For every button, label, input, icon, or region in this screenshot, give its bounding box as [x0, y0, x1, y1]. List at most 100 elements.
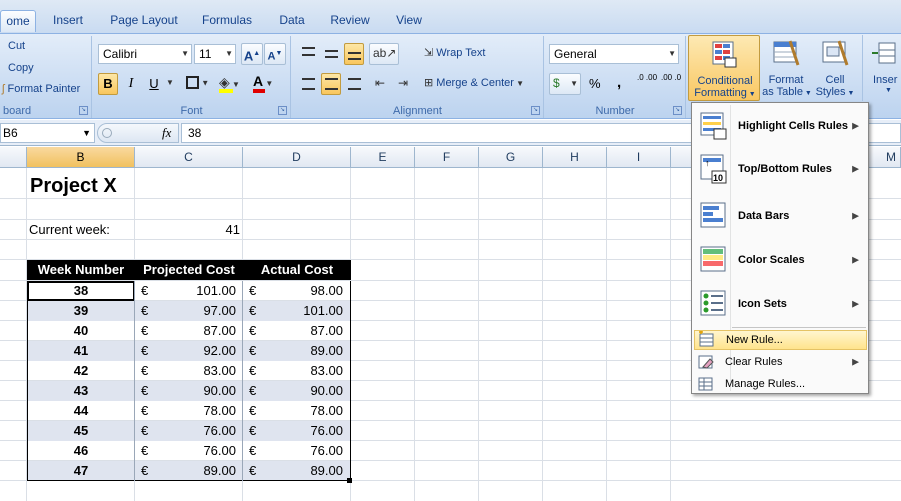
wrap-text-button[interactable]: ⇲ Wrap Text: [424, 46, 485, 59]
italic-button[interactable]: I: [121, 73, 141, 95]
cell-week[interactable]: 39: [27, 301, 135, 321]
header-actual-cost[interactable]: Actual Cost: [243, 260, 351, 280]
format-as-table-button[interactable]: Format as Table ▼: [762, 35, 812, 101]
column-header-b[interactable]: B: [27, 147, 135, 168]
header-week-number[interactable]: Week Number: [27, 260, 135, 280]
tab-view[interactable]: View: [390, 10, 428, 32]
cell-actual-cost[interactable]: 89.00: [243, 461, 343, 481]
cell-projected-cost[interactable]: 89.00: [135, 461, 236, 481]
column-header-g[interactable]: G: [479, 147, 543, 168]
copy-button[interactable]: Copy: [8, 62, 34, 74]
percent-style-button[interactable]: %: [589, 76, 601, 91]
bold-button[interactable]: B: [98, 73, 118, 95]
font-color-button[interactable]: A ▼: [253, 73, 273, 93]
conditional-formatting-button[interactable]: Conditional Formatting ▼: [688, 35, 760, 101]
cell-week[interactable]: 42: [27, 361, 135, 381]
cut-button[interactable]: Cut: [8, 40, 25, 52]
menu-item-top-bottom-rules[interactable]: ↑ 10 Top/Bottom Rules ▶: [694, 149, 867, 189]
tab-page-layout[interactable]: Page Layout: [106, 10, 182, 32]
cell-week[interactable]: 43: [27, 381, 135, 401]
current-week-label[interactable]: Current week:: [29, 220, 110, 240]
menu-item-manage-rules[interactable]: Manage Rules...: [694, 374, 867, 394]
insert-function-button[interactable]: fx: [162, 125, 171, 141]
accounting-format-button[interactable]: $ ▼: [549, 73, 581, 95]
decrease-indent-button[interactable]: ⇤: [372, 73, 392, 95]
sheet-title[interactable]: Project X: [30, 174, 117, 198]
font-size-combo[interactable]: 11 ▼: [194, 44, 236, 64]
column-header-e[interactable]: E: [351, 147, 415, 168]
header-projected-cost[interactable]: Projected Cost: [135, 260, 243, 280]
menu-item-clear-rules[interactable]: Clear Rules ▶: [694, 352, 867, 372]
underline-dropdown-icon[interactable]: ▼: [166, 78, 174, 87]
borders-button[interactable]: ▼: [186, 76, 209, 89]
format-painter-button[interactable]: ʃ Format Painter: [2, 83, 80, 95]
cell-actual-cost[interactable]: 87.00: [243, 321, 343, 341]
cell-projected-cost[interactable]: 78.00: [135, 401, 236, 421]
comma-style-button[interactable]: ,: [617, 74, 621, 91]
cell-week[interactable]: 44: [27, 401, 135, 421]
column-header-d[interactable]: D: [243, 147, 351, 168]
tab-formulas[interactable]: Formulas: [198, 10, 256, 32]
tab-home[interactable]: ome: [0, 10, 36, 32]
font-name-combo[interactable]: Calibri ▼: [98, 44, 192, 64]
cell-projected-cost[interactable]: 90.00: [135, 381, 236, 401]
tab-insert[interactable]: Insert: [46, 10, 90, 32]
tab-review[interactable]: Review: [327, 10, 373, 32]
fill-color-button[interactable]: ◈ ▼: [219, 74, 240, 93]
column-header-f[interactable]: F: [415, 147, 479, 168]
alignment-launcher-icon[interactable]: ↘: [531, 106, 540, 115]
cell-week[interactable]: 38: [27, 281, 135, 301]
select-all-corner[interactable]: [0, 147, 27, 168]
cell-styles-button[interactable]: Cell Styles ▼: [812, 35, 858, 101]
number-launcher-icon[interactable]: ↘: [673, 106, 682, 115]
cell-projected-cost[interactable]: 83.00: [135, 361, 236, 381]
cell-projected-cost[interactable]: 97.00: [135, 301, 236, 321]
cell-actual-cost[interactable]: 89.00: [243, 341, 343, 361]
column-header-i[interactable]: I: [607, 147, 671, 168]
expand-circle-icon[interactable]: [102, 128, 112, 138]
cell-actual-cost[interactable]: 98.00: [243, 281, 343, 301]
orientation-button[interactable]: ab↗: [369, 43, 399, 65]
insert-cells-button[interactable]: Inser ▼: [862, 35, 901, 101]
shrink-font-button[interactable]: A▼: [264, 43, 286, 65]
align-left-button[interactable]: [298, 73, 318, 95]
menu-item-icon-sets[interactable]: Icon Sets ▶: [694, 284, 867, 324]
menu-item-highlight-cells-rules[interactable]: Highlight Cells Rules ▶: [694, 106, 867, 146]
increase-indent-button[interactable]: ⇥: [395, 73, 415, 95]
cell-week[interactable]: 41: [27, 341, 135, 361]
cell-actual-cost[interactable]: 78.00: [243, 401, 343, 421]
top-align-button[interactable]: [298, 43, 318, 65]
fill-handle[interactable]: [347, 478, 352, 483]
font-launcher-icon[interactable]: ↘: [278, 106, 287, 115]
underline-button[interactable]: U: [144, 73, 164, 95]
merge-center-button[interactable]: ⊞ Merge & Center ▼: [424, 76, 524, 89]
column-header-c[interactable]: C: [135, 147, 243, 168]
cell-projected-cost[interactable]: 76.00: [135, 441, 236, 461]
menu-item-color-scales[interactable]: Color Scales ▶: [694, 240, 867, 280]
menu-item-new-rule[interactable]: New Rule...: [694, 330, 867, 350]
menu-item-data-bars[interactable]: Data Bars ▶: [694, 196, 867, 236]
bottom-align-button[interactable]: [344, 43, 364, 65]
cell-projected-cost[interactable]: 76.00: [135, 421, 236, 441]
number-format-combo[interactable]: General ▼: [549, 44, 679, 64]
cell-projected-cost[interactable]: 87.00: [135, 321, 236, 341]
grow-font-button[interactable]: A▲: [241, 43, 263, 65]
cell-actual-cost[interactable]: 90.00: [243, 381, 343, 401]
tab-data[interactable]: Data: [273, 10, 311, 32]
decrease-decimal-button[interactable]: .00 .0: [661, 74, 681, 82]
center-button[interactable]: [321, 73, 341, 95]
name-box[interactable]: B6 ▼: [0, 123, 95, 143]
cell-week[interactable]: 46: [27, 441, 135, 461]
clipboard-launcher-icon[interactable]: ↘: [79, 106, 88, 115]
cell-week[interactable]: 40: [27, 321, 135, 341]
cell-actual-cost[interactable]: 76.00: [243, 421, 343, 441]
cell-actual-cost[interactable]: 101.00: [243, 301, 343, 321]
cell-week[interactable]: 47: [27, 461, 135, 481]
current-week-value[interactable]: 41: [135, 220, 240, 240]
increase-decimal-button[interactable]: .0 .00: [637, 74, 657, 82]
cell-projected-cost[interactable]: 92.00: [135, 341, 236, 361]
cell-week[interactable]: 45: [27, 421, 135, 441]
cell-projected-cost[interactable]: 101.00: [135, 281, 236, 301]
align-right-button[interactable]: [344, 73, 364, 95]
column-header-h[interactable]: H: [543, 147, 607, 168]
